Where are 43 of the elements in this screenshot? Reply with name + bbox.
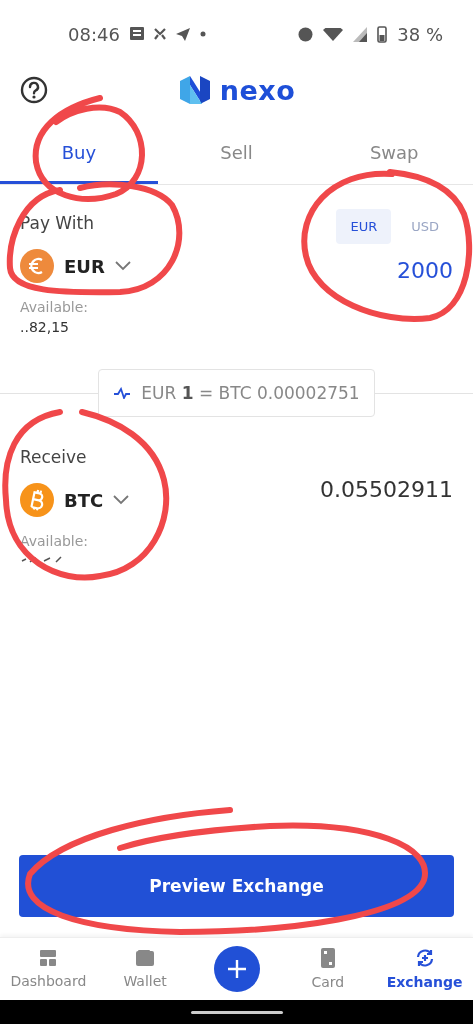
exchange-rate: EUR 1 = BTC 0.00002751 (141, 383, 360, 403)
logo-icon (177, 75, 212, 105)
nav-item[interactable]: Wallet (96, 938, 194, 1000)
nav-item[interactable]: Card (279, 938, 377, 1000)
euro-coin-icon (20, 249, 54, 283)
wifi-icon (323, 27, 344, 41)
currency-selector[interactable]: EUR (20, 249, 131, 283)
section-label: Receive (20, 447, 88, 467)
add-button[interactable] (213, 946, 260, 992)
dashboard-icon (39, 949, 58, 967)
home-indicator[interactable] (190, 1010, 283, 1014)
amount-input[interactable]: 2000 (397, 258, 453, 283)
signal-icon (353, 26, 368, 42)
preview-exchange-button[interactable]: Preview Exchange (19, 855, 454, 917)
logo-text: nexo (219, 74, 296, 106)
tab[interactable]: Buy (0, 122, 158, 184)
news-icon (129, 27, 144, 41)
exchange-icon (414, 948, 435, 968)
tab[interactable]: Sell (157, 122, 316, 184)
missed-call-icon (153, 28, 166, 40)
pulse-icon (113, 387, 132, 399)
available-label: Available: (20, 299, 90, 315)
alarm-icon (298, 26, 314, 42)
dot-icon (199, 31, 206, 37)
chevron-down-icon (114, 261, 131, 271)
bitcoin-coin-icon (20, 483, 54, 517)
receive-amount: 0.05502911 (320, 477, 453, 502)
help-icon[interactable] (20, 76, 48, 104)
status-time: 08:46 (68, 23, 120, 45)
available-balance: ..82,15 (20, 319, 70, 335)
wallet-icon (135, 949, 156, 967)
plus-icon (226, 959, 247, 979)
currency-toggle[interactable]: EUR (336, 209, 392, 244)
card-icon (320, 948, 335, 968)
nav-item[interactable]: Dashboard (0, 938, 97, 1000)
battery-percentage: 38 % (397, 23, 443, 45)
tab[interactable]: Swap (315, 122, 473, 184)
currency-selector[interactable]: BTC (20, 483, 130, 517)
chevron-down-icon (113, 495, 130, 505)
send-icon (175, 27, 190, 41)
nav-item[interactable]: Exchange (376, 938, 473, 1000)
available-label: Available: (20, 533, 90, 549)
battery-icon (377, 25, 388, 43)
